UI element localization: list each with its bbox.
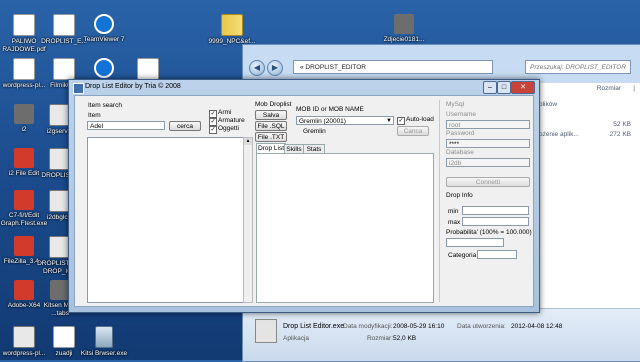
app-icon	[73, 83, 84, 94]
item-results-list[interactable]	[87, 137, 248, 303]
category-label: Categoria	[448, 252, 477, 259]
scroll-up-icon[interactable]: ▲	[244, 138, 252, 145]
details-modified-value: 2008-05-29 16:10	[393, 323, 445, 330]
probability-label: Probabilita' (100% = 100.000)	[446, 229, 532, 236]
forward-icon[interactable]: ▶	[267, 60, 283, 76]
document-icon	[137, 58, 159, 80]
exe-icon	[255, 319, 277, 343]
divider	[439, 100, 440, 302]
probability-field[interactable]	[446, 238, 504, 247]
document-icon	[13, 58, 35, 80]
details-file-name: Drop List Editor.exe	[283, 323, 345, 330]
file-size-cell: 272 KB	[609, 131, 631, 138]
document-icon	[53, 326, 75, 348]
explorer-nav: ◀ ▶ « DROPLIST_EDITOR Przeszukaj: DROPLI…	[247, 59, 637, 77]
pdf-file-icon	[13, 14, 35, 36]
file-txt-button[interactable]: File .TXT	[255, 132, 287, 142]
chevron-down-icon: ▼	[386, 118, 392, 124]
drop-list-editor-window: Drop List Editor by Tria © 2008 – □ ✕ It…	[68, 79, 540, 313]
category-field[interactable]	[477, 250, 517, 259]
mob-droplist-label: Mob Droplist	[255, 101, 292, 108]
armature-label: Armature	[218, 117, 245, 124]
list-scrollbar[interactable]: ▲	[243, 137, 253, 303]
mob-id-label: MOB ID or MOB NAME	[296, 106, 364, 113]
filezilla-icon	[14, 236, 34, 256]
desktop-icon-photo[interactable]: Zdjecie0181...	[380, 14, 428, 44]
app-icon	[14, 148, 34, 168]
minimize-button[interactable]: –	[483, 81, 497, 94]
username-label: Username	[446, 111, 476, 118]
database-field[interactable]: i2db	[446, 158, 530, 167]
window-title: Drop List Editor by Tria © 2008	[85, 83, 181, 90]
explorer-titlebar	[243, 45, 640, 59]
file-type-cell: plików	[539, 101, 558, 108]
maximize-button[interactable]: □	[497, 81, 511, 94]
app-icon	[50, 280, 70, 300]
max-label: max	[448, 219, 461, 226]
autoload-checkbox[interactable]: ✓	[397, 117, 405, 125]
mysql-label: MySql	[446, 101, 465, 108]
mob-select[interactable]: Gremlin (20001) ▼	[296, 116, 394, 125]
column-header-size[interactable]: Rozmiar	[597, 85, 621, 92]
app-icon	[14, 104, 34, 124]
connect-button[interactable]: Connetti	[446, 177, 530, 187]
desktop-icon-teamviewer-2[interactable]	[80, 58, 128, 80]
min-field[interactable]	[462, 206, 529, 215]
close-button[interactable]: ✕	[511, 81, 535, 94]
document-icon	[53, 14, 75, 36]
details-created-label: Data utworzenia:	[457, 323, 506, 330]
details-type: Aplikacja	[283, 335, 310, 342]
teamviewer-icon	[94, 58, 114, 78]
cancel-button[interactable]: Canca	[397, 126, 429, 136]
min-label: min	[448, 208, 459, 215]
username-field[interactable]: root	[446, 120, 530, 129]
recycle-bin-icon	[95, 326, 113, 348]
app-icon	[14, 190, 34, 210]
file-type-cell: ożenie aplik...	[539, 131, 579, 138]
autoload-label: Auto-load	[406, 116, 434, 123]
item-search-input[interactable]: Adel	[87, 121, 165, 130]
save-button[interactable]: Salva	[255, 110, 287, 120]
window-body: Item search Item Adel cerca ✓ Armi ✓ Arm…	[74, 95, 534, 307]
oggetti-label: Oggetti	[218, 125, 239, 132]
details-size-label: Rozmiar:	[367, 335, 394, 342]
explorer-details-pane: Drop List Editor.exe Data modyfikacji: 2…	[243, 308, 640, 361]
video-file-icon	[53, 58, 75, 80]
back-icon[interactable]: ◀	[249, 60, 265, 76]
item-search-label: Item search	[88, 102, 122, 109]
drop-info-label: Drop Info	[446, 192, 473, 199]
teamviewer-icon	[94, 14, 114, 34]
address-bar[interactable]: « DROPLIST_EDITOR	[293, 60, 493, 74]
password-field[interactable]: ****	[446, 139, 530, 148]
details-size-value: 52,0 KB	[393, 335, 417, 342]
image-file-icon	[394, 14, 414, 34]
item-label: Item	[88, 112, 101, 119]
armi-label: Armi	[218, 109, 232, 116]
exe-icon	[13, 326, 35, 348]
details-created-value: 2012-04-08 12:48	[511, 323, 563, 330]
armi-checkbox[interactable]: ✓	[209, 110, 217, 118]
desktop-icon-npc-archive[interactable]: 9999_NPC&ef...	[208, 14, 256, 46]
file-sql-button[interactable]: File .SQL	[255, 121, 287, 131]
details-modified-label: Data modyfikacji:	[343, 323, 393, 330]
password-label: Password	[446, 130, 475, 137]
desktop-icon-teamviewer[interactable]: TeamViewer 7	[80, 14, 128, 44]
mob-name: Gremlin	[303, 128, 326, 135]
archive-icon	[221, 14, 243, 36]
armature-checkbox[interactable]: ✓	[209, 118, 217, 126]
max-field[interactable]	[462, 217, 529, 226]
file-size-cell: 52 KB	[613, 121, 631, 128]
adobe-icon	[14, 280, 34, 300]
search-button[interactable]: cerca	[169, 121, 201, 131]
search-input[interactable]: Przeszukaj: DROPLIST_EDITOR	[525, 60, 631, 74]
desktop-icon-kitsi-browser[interactable]: Kitsi Brwser.exe	[80, 326, 128, 358]
database-label: Database	[446, 149, 474, 156]
column-overflow: |	[633, 85, 635, 92]
oggetti-checkbox[interactable]: ✓	[209, 126, 217, 134]
drop-list-panel[interactable]	[256, 153, 434, 303]
